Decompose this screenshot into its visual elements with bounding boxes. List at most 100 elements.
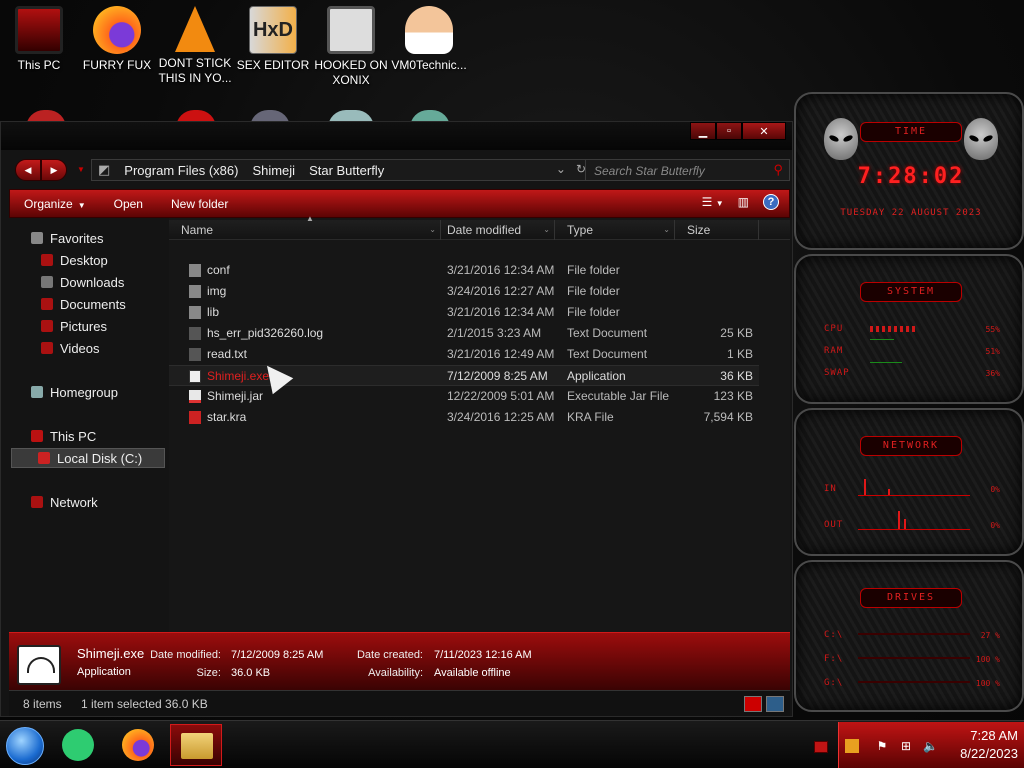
address-controls: ⌄ ↻ — [556, 162, 586, 176]
file-date: 3/21/2016 12:34 AM — [447, 263, 555, 277]
column-size[interactable]: Size — [675, 220, 759, 240]
desktop-icon-hooked-on-xonix[interactable]: HOOKED ON XONIX — [312, 6, 390, 88]
nav-network[interactable]: Network — [31, 492, 98, 512]
minimize-button[interactable]: ▁ — [690, 122, 716, 140]
nav-videos[interactable]: Videos — [41, 338, 100, 358]
help-icon[interactable]: ? — [763, 194, 779, 210]
nav-homegroup[interactable]: Homegroup — [31, 382, 118, 402]
open-button[interactable]: Open — [100, 197, 157, 211]
file-name: Shimeji.jar — [207, 389, 264, 403]
gadget-panel: TIME 7:28:02 TUESDAY 22 AUGUST 2023 SYST… — [794, 92, 1024, 716]
table-row[interactable]: conf 3/21/2016 12:34 AM File folder — [169, 260, 759, 281]
search-input[interactable]: Search Star Butterfly ⚲ — [585, 159, 790, 181]
file-name: star.kra — [207, 410, 247, 424]
chat-app-icon[interactable] — [62, 729, 94, 761]
file-date: 12/22/2009 5:01 AM — [447, 389, 555, 403]
column-type[interactable]: Type ⌄ — [555, 220, 675, 240]
nav-label: Network — [50, 494, 98, 510]
action-center-flag-icon[interactable]: ⚑ — [875, 739, 889, 753]
nav-buttons: ◀ ▶ — [15, 159, 67, 181]
folder-icon — [189, 285, 201, 298]
text-document-icon — [189, 327, 201, 340]
breadcrumb-1[interactable]: Shimeji — [252, 163, 295, 178]
desktop-icon-this-pc[interactable]: This PC — [0, 6, 78, 73]
details-view-icon[interactable] — [744, 696, 762, 712]
nav-local-disk[interactable]: Local Disk (C:) — [11, 448, 165, 468]
column-label: Type — [567, 223, 594, 237]
kra-file-icon — [189, 411, 201, 424]
table-row[interactable]: img 3/24/2016 12:27 AM File folder — [169, 281, 759, 302]
desktop-icon-dont-stick[interactable]: DONT STICK THIS IN YO... — [156, 6, 234, 86]
column-header: ▲ Name ⌄ Date modified ⌄ Type ⌄ Size — [169, 214, 790, 240]
column-date[interactable]: Date modified ⌄ — [435, 220, 555, 240]
desktop-icon-furry-fux[interactable]: FURRY FUX — [78, 6, 156, 73]
file-date: 3/21/2016 12:49 AM — [447, 347, 555, 361]
large-icons-view-icon[interactable] — [766, 696, 784, 712]
volume-icon[interactable]: 🔈 — [923, 739, 938, 753]
organize-button[interactable]: Organize ▼ — [10, 197, 100, 211]
nav-documents[interactable]: Documents — [41, 294, 126, 314]
cpu-bar — [870, 326, 916, 332]
drive-f-label: F:\ — [824, 654, 844, 664]
tray-app-icon[interactable] — [845, 739, 859, 753]
search-placeholder: Search Star Butterfly — [594, 164, 705, 178]
preview-pane-icon[interactable]: ▥ — [738, 195, 749, 209]
file-type: Text Document — [567, 326, 648, 340]
ram-bar — [870, 339, 894, 340]
folder-icon: ◩ — [98, 162, 111, 177]
videos-icon — [41, 342, 53, 354]
details-size: 36.0 KB — [231, 667, 271, 679]
table-row[interactable]: star.kra 3/24/2016 12:25 AM KRA File 7,5… — [169, 407, 759, 428]
xonix-game-icon — [327, 6, 375, 54]
taskbar-explorer-button[interactable] — [170, 724, 222, 766]
nav-desktop[interactable]: Desktop — [41, 250, 108, 270]
file-name: img — [207, 284, 227, 298]
show-hidden-icons-icon[interactable] — [814, 741, 828, 753]
firefox-icon[interactable] — [122, 729, 154, 761]
table-row[interactable]: Shimeji.jar 12/22/2009 5:01 AM Executabl… — [169, 386, 759, 407]
nav-label: Documents — [60, 296, 126, 312]
column-name[interactable]: Name ⌄ — [169, 220, 441, 240]
chevron-down-icon[interactable]: ⌄ — [543, 220, 550, 240]
nav-pictures[interactable]: Pictures — [41, 316, 107, 336]
start-button[interactable] — [6, 727, 44, 765]
file-date: 3/24/2016 12:27 AM — [447, 284, 555, 298]
monitor-icon — [15, 6, 63, 54]
search-icon[interactable]: ⚲ — [773, 162, 783, 178]
nav-label: Videos — [60, 340, 100, 356]
details-date-modified: 7/12/2009 8:25 AM — [231, 649, 324, 661]
status-selection: 1 item selected 36.0 KB — [81, 697, 208, 711]
desktop-icon-vm0technic[interactable]: VM0Technic... — [390, 6, 468, 73]
caption-buttons: ▁ ▫ ✕ — [690, 122, 786, 140]
address-dropdown-icon[interactable]: ⌄ — [556, 162, 566, 176]
file-list: ▲ Name ⌄ Date modified ⌄ Type ⌄ Size conf 3… — [169, 214, 790, 632]
drive-g-label: G:\ — [824, 678, 844, 688]
graph-spike — [904, 519, 906, 529]
net-in-graph — [858, 472, 970, 496]
nav-downloads[interactable]: Downloads — [41, 272, 124, 292]
table-row[interactable]: lib 3/21/2016 12:34 AM File folder — [169, 302, 759, 323]
nav-this-pc[interactable]: This PC — [31, 426, 96, 446]
taskbar-clock[interactable]: 7:28 AM 8/22/2023 — [960, 727, 1018, 763]
desktop-icon-sex-editor[interactable]: HxD SEX EDITOR — [234, 6, 312, 73]
breadcrumb-0[interactable]: Program Files (x86) — [124, 163, 238, 178]
breadcrumb-2[interactable]: Star Butterfly — [309, 163, 384, 178]
gadget-clock: 7:28:02 — [857, 164, 965, 189]
chevron-down-icon[interactable]: ⌄ — [663, 220, 670, 240]
nav-label: Favorites — [50, 230, 104, 246]
table-row[interactable]: hs_err_pid326260.log 2/1/2015 3:23 AM Te… — [169, 323, 759, 344]
window-titlebar[interactable]: ▁ ▫ ✕ — [1, 122, 792, 150]
forward-button[interactable]: ▶ — [41, 159, 67, 181]
organize-label: Organize — [24, 196, 73, 211]
close-button[interactable]: ✕ — [742, 122, 786, 140]
change-view-icon[interactable]: ☰ ▼ — [702, 195, 724, 209]
address-bar[interactable]: ◩ Program Files (x86) Shimeji Star Butte… — [91, 159, 593, 181]
table-row[interactable]: read.txt 3/21/2016 12:49 AM Text Documen… — [169, 344, 759, 365]
nav-favorites[interactable]: Favorites — [31, 228, 103, 248]
back-button[interactable]: ◀ — [15, 159, 41, 181]
file-size: 1 KB — [726, 347, 753, 361]
recent-locations-icon[interactable]: ▼ — [77, 165, 85, 174]
new-folder-button[interactable]: New folder — [157, 197, 242, 211]
network-icon[interactable]: ⊞ — [899, 739, 913, 753]
maximize-button[interactable]: ▫ — [716, 122, 742, 140]
